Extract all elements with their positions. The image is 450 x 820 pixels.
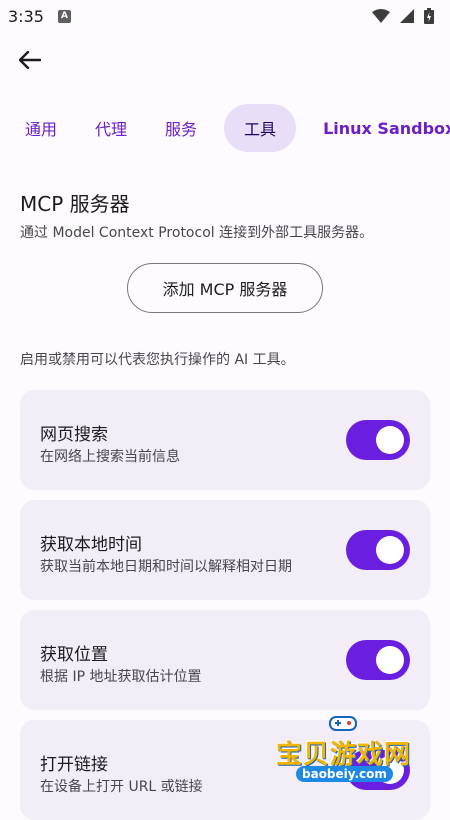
tool-subtitle: 在网络上搜索当前信息 bbox=[40, 449, 180, 465]
battery-icon bbox=[424, 8, 434, 24]
tool-subtitle: 根据 IP 地址获取估计位置 bbox=[40, 669, 202, 685]
toggle-thumb bbox=[376, 426, 404, 454]
tab-general[interactable]: 通用 bbox=[14, 104, 68, 152]
wifi-icon bbox=[372, 9, 390, 23]
status-right bbox=[372, 8, 434, 24]
status-time: 3:35 bbox=[8, 6, 44, 26]
notification-badge-icon: A bbox=[57, 9, 71, 23]
tool-card-local-time: 获取本地时间 获取当前本地日期和时间以解释相对日期 bbox=[20, 500, 430, 600]
back-button[interactable] bbox=[14, 44, 46, 76]
arrow-left-icon bbox=[19, 51, 41, 69]
local-time-toggle[interactable] bbox=[346, 530, 410, 570]
mcp-section-description: 通过 Model Context Protocol 连接到外部工具服务器。 bbox=[20, 225, 374, 241]
add-mcp-server-button[interactable]: 添加 MCP 服务器 bbox=[127, 263, 323, 313]
watermark-url: baobeiy.com bbox=[296, 766, 393, 782]
tool-title: 网页搜索 bbox=[40, 425, 108, 445]
tool-subtitle: 获取当前本地日期和时间以解释相对日期 bbox=[40, 559, 292, 575]
tools-hint: 启用或禁用可以代表您执行操作的 AI 工具。 bbox=[20, 352, 295, 368]
tool-card-location: 获取位置 根据 IP 地址获取估计位置 bbox=[20, 610, 430, 710]
tool-title: 获取位置 bbox=[40, 645, 108, 665]
tool-card-web-search: 网页搜索 在网络上搜索当前信息 bbox=[20, 390, 430, 490]
status-left: 3:35 A bbox=[8, 7, 71, 26]
tab-services[interactable]: 服务 bbox=[154, 104, 208, 152]
settings-tabs: 通用 代理 服务 工具 Linux Sandbox bbox=[0, 104, 450, 152]
tab-proxy[interactable]: 代理 bbox=[84, 104, 138, 152]
tool-title: 打开链接 bbox=[40, 755, 108, 775]
toggle-thumb bbox=[376, 536, 404, 564]
status-bar: 3:35 A bbox=[0, 0, 450, 32]
cellular-signal-icon bbox=[400, 9, 414, 23]
tool-subtitle: 在设备上打开 URL 或链接 bbox=[40, 779, 203, 795]
watermark: 宝贝游戏网 baobeiy.com bbox=[270, 712, 450, 800]
web-search-toggle[interactable] bbox=[346, 420, 410, 460]
tab-tools[interactable]: 工具 bbox=[224, 104, 297, 152]
mcp-section-title: MCP 服务器 bbox=[20, 192, 130, 216]
toggle-thumb bbox=[376, 646, 404, 674]
tool-title: 获取本地时间 bbox=[40, 535, 142, 555]
location-toggle[interactable] bbox=[346, 640, 410, 680]
tab-linux-sandbox[interactable]: Linux Sandbox bbox=[312, 107, 450, 150]
gamepad-icon bbox=[329, 716, 357, 731]
